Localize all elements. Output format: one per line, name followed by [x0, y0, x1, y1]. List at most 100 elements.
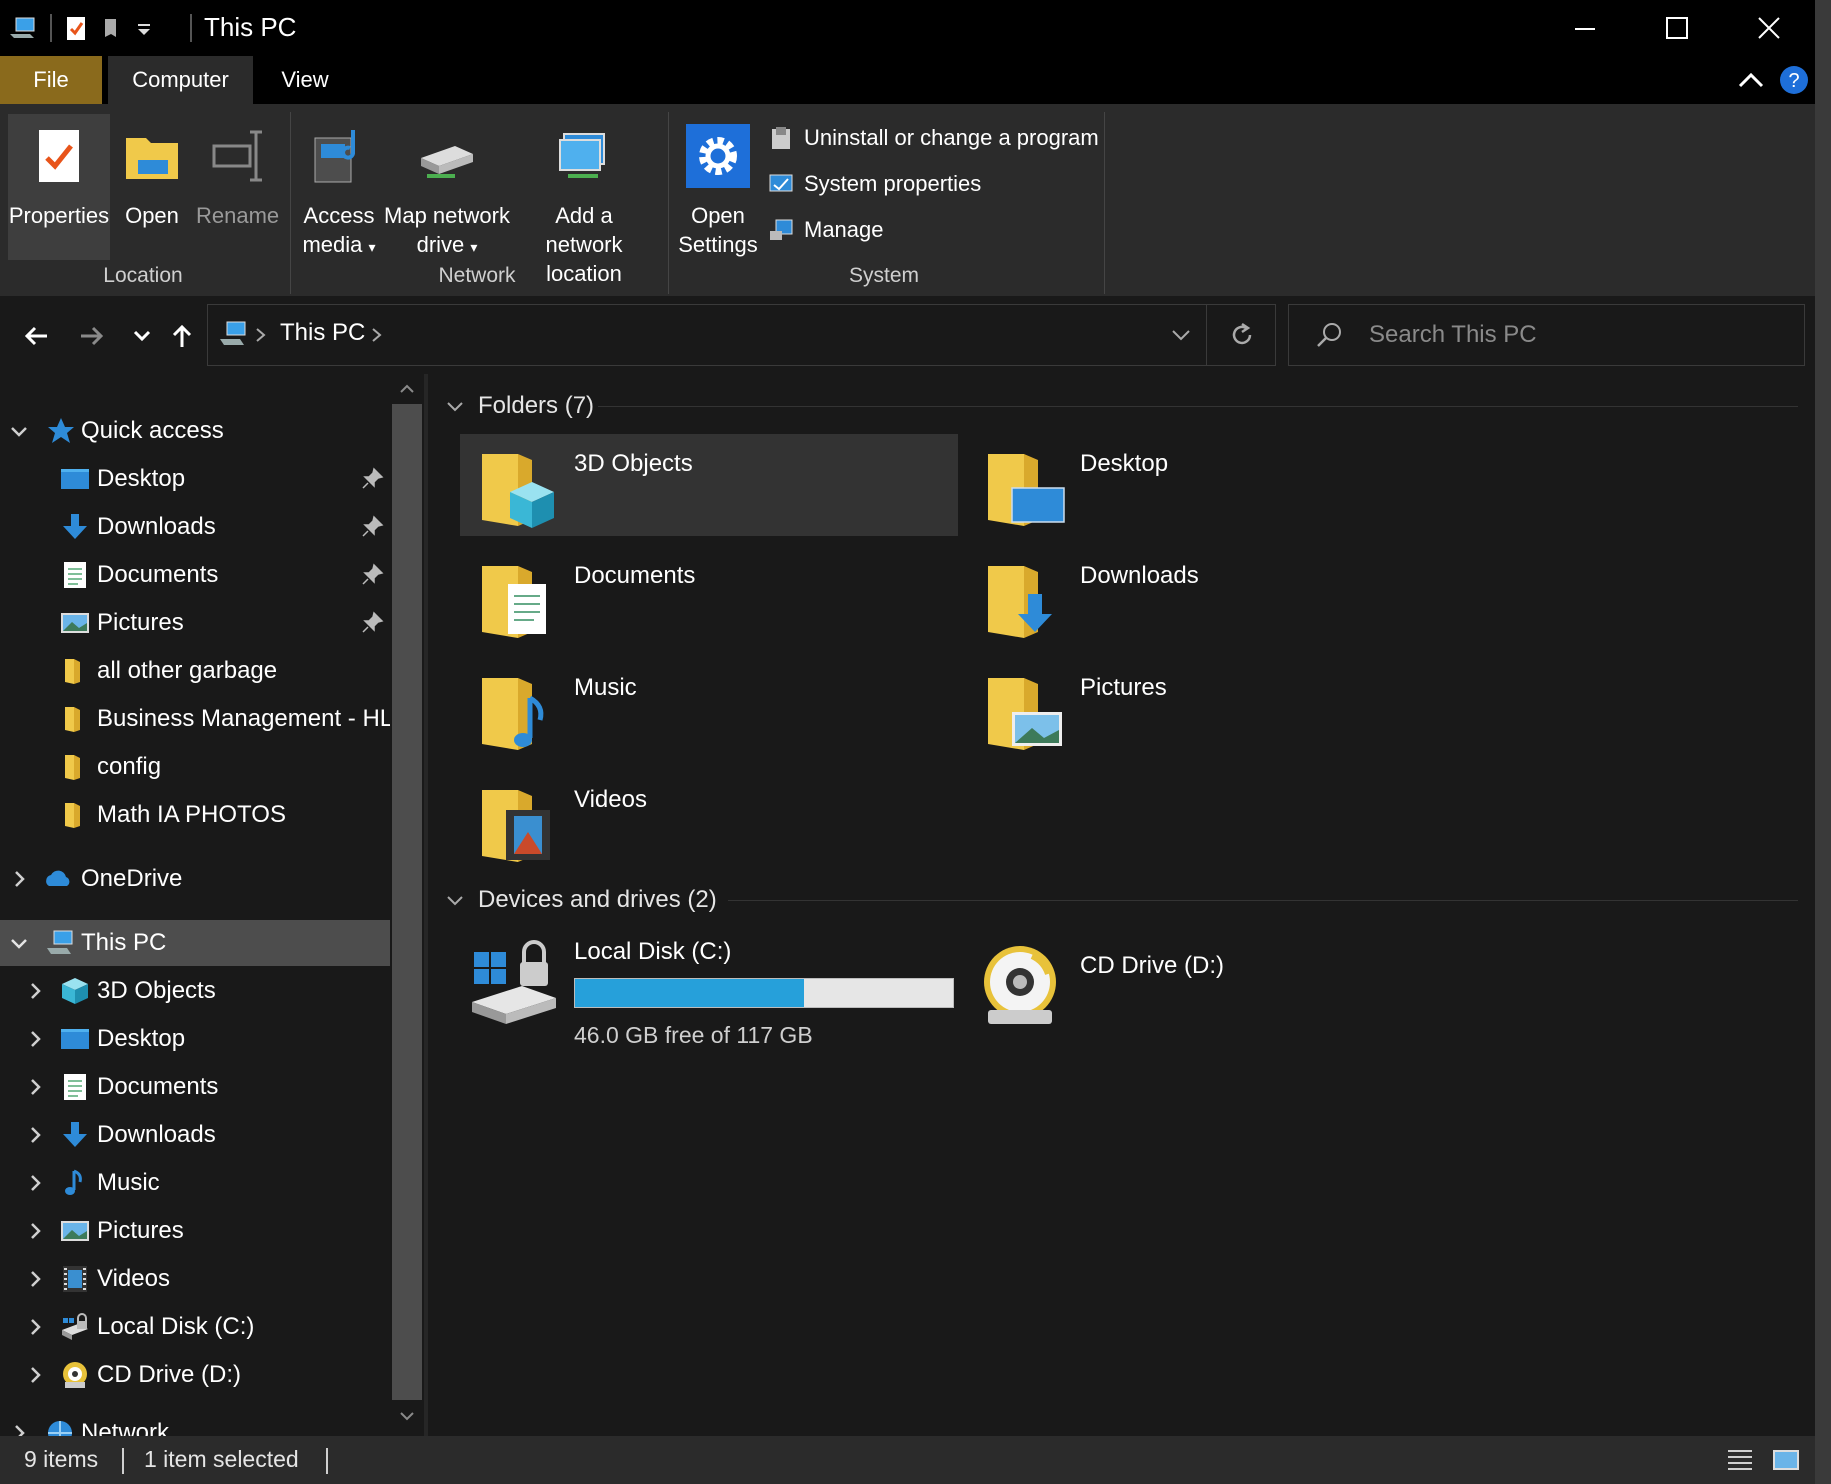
breadcrumb-this-pc[interactable]: This PC	[280, 319, 365, 347]
address-history-chevron-icon[interactable]	[1170, 325, 1192, 345]
nav-pc-documents[interactable]: Documents	[0, 1064, 390, 1110]
nav-quick-access[interactable]: Quick access	[0, 408, 390, 454]
nav-this-pc[interactable]: This PC	[0, 920, 390, 966]
nav-network[interactable]: Network	[0, 1410, 390, 1436]
nav-item-folder[interactable]: all other garbage	[0, 648, 390, 694]
folder-tile-documents[interactable]: Documents	[460, 546, 958, 648]
address-row: This PC Search This PC	[0, 296, 1815, 374]
collapse-ribbon-icon[interactable]	[1736, 66, 1766, 96]
chevron-right-icon[interactable]	[8, 1422, 30, 1436]
devices-group-header[interactable]: Devices and drives (2)	[444, 882, 717, 918]
scroll-down-icon[interactable]	[399, 1410, 415, 1422]
tab-view[interactable]: View	[262, 56, 348, 104]
pin-icon[interactable]	[360, 563, 384, 587]
chevron-right-icon[interactable]	[24, 1268, 46, 1290]
scroll-up-icon[interactable]	[399, 382, 415, 394]
section-divider	[728, 900, 1798, 901]
new-folder-qa-icon[interactable]	[98, 14, 126, 42]
close-button[interactable]	[1723, 0, 1815, 56]
pin-icon[interactable]	[360, 467, 384, 491]
nav-pc-desktop[interactable]: Desktop	[0, 1016, 390, 1062]
nav-item-folder[interactable]: Math IA PHOTOS	[0, 792, 390, 838]
location-group-label: Location	[103, 264, 183, 287]
nav-item-pictures[interactable]: Pictures	[0, 600, 390, 646]
chevron-right-icon[interactable]	[24, 1076, 46, 1098]
tab-file[interactable]: File	[0, 56, 102, 104]
customize-qa-dropdown-icon[interactable]	[130, 14, 158, 42]
help-icon[interactable]: ?	[1778, 64, 1810, 96]
pin-icon[interactable]	[360, 515, 384, 539]
folder-tile-videos[interactable]: Videos	[460, 770, 958, 872]
nav-label: Quick access	[81, 417, 224, 444]
chevron-right-icon[interactable]	[24, 980, 46, 1002]
add-network-location-icon	[559, 133, 605, 178]
chevron-right-icon[interactable]	[24, 1028, 46, 1050]
nav-label: CD Drive (D:)	[97, 1361, 241, 1388]
open-settings-button[interactable]: Open Settings	[676, 114, 760, 259]
chevron-down-icon[interactable]	[8, 932, 30, 954]
folder-tile-downloads[interactable]: Downloads	[966, 546, 1464, 648]
chevron-right-icon[interactable]	[24, 1124, 46, 1146]
pin-icon[interactable]	[360, 611, 384, 635]
rename-button[interactable]: Rename	[196, 114, 280, 230]
manage-label: Manage	[804, 217, 884, 242]
nav-item-downloads[interactable]: Downloads	[0, 504, 390, 550]
nav-pc-cd-drive[interactable]: CD Drive (D:)	[0, 1352, 390, 1398]
folder-tile-3d-objects[interactable]: 3D Objects	[460, 434, 958, 536]
nav-item-desktop[interactable]: Desktop	[0, 456, 390, 502]
system-properties-button[interactable]: System properties	[768, 166, 981, 202]
scrollbar-thumb[interactable]	[392, 404, 422, 1400]
add-network-location-button[interactable]: Add a network location	[514, 114, 654, 288]
properties-button[interactable]: Properties	[8, 114, 110, 260]
file-explorer-window: This PC File Computer View ? Properties …	[0, 0, 1831, 1484]
chevron-right-icon[interactable]	[24, 1316, 46, 1338]
minimize-button[interactable]	[1539, 0, 1631, 56]
chevron-right-icon[interactable]	[8, 868, 30, 890]
folder-pictures-icon	[988, 678, 1062, 750]
uninstall-program-label: Uninstall or change a program	[804, 125, 1099, 150]
folder-tile-desktop[interactable]: Desktop	[966, 434, 1464, 536]
drive-tile-cd-drive[interactable]: CD Drive (D:)	[966, 924, 1464, 1064]
chevron-right-icon[interactable]	[24, 1220, 46, 1242]
refresh-icon[interactable]	[1228, 321, 1256, 349]
nav-item-folder[interactable]: config	[0, 744, 390, 790]
back-button[interactable]	[16, 316, 56, 356]
details-view-icon[interactable]	[1726, 1448, 1754, 1474]
folders-group-header[interactable]: Folders (7)	[444, 388, 594, 424]
chevron-right-icon[interactable]	[24, 1364, 46, 1386]
section-divider	[598, 406, 1798, 407]
nav-pc-pictures[interactable]: Pictures	[0, 1208, 390, 1254]
nav-item-documents[interactable]: Documents	[0, 552, 390, 598]
tab-computer[interactable]: Computer	[108, 56, 253, 104]
drive-tile-local-disk[interactable]: Local Disk (C:) 46.0 GB free of 117 GB	[460, 924, 958, 1064]
chevron-down-icon[interactable]	[8, 420, 30, 442]
breadcrumb-chevron-icon[interactable]	[370, 327, 384, 343]
status-separator	[122, 1448, 124, 1474]
properties-qa-icon[interactable]	[62, 14, 90, 42]
address-bar[interactable]: This PC	[207, 304, 1276, 366]
access-media-button[interactable]: Access media ▾	[298, 114, 380, 262]
nav-onedrive[interactable]: OneDrive	[0, 856, 390, 902]
nav-pc-music[interactable]: Music	[0, 1160, 390, 1206]
uninstall-program-button[interactable]: Uninstall or change a program	[768, 120, 1099, 156]
open-button[interactable]: Open	[114, 114, 190, 230]
recent-locations-button[interactable]	[122, 316, 162, 356]
chevron-right-icon[interactable]	[24, 1172, 46, 1194]
manage-button[interactable]: Manage	[768, 212, 884, 248]
nav-pc-downloads[interactable]: Downloads	[0, 1112, 390, 1158]
large-icons-view-icon[interactable]	[1772, 1448, 1800, 1474]
nav-item-folder[interactable]: Business Management - HL	[0, 696, 390, 742]
rename-label: Rename	[196, 203, 280, 228]
maximize-button[interactable]	[1631, 0, 1723, 56]
map-network-drive-button[interactable]: Map network drive ▾	[384, 114, 510, 262]
nav-pc-3d-objects[interactable]: 3D Objects	[0, 968, 390, 1014]
folder-tile-pictures[interactable]: Pictures	[966, 658, 1464, 760]
folder-tile-music[interactable]: Music	[460, 658, 958, 760]
folder-icon	[65, 755, 80, 780]
search-box[interactable]: Search This PC	[1288, 304, 1805, 366]
nav-pc-local-disk[interactable]: Local Disk (C:)	[0, 1304, 390, 1350]
up-button[interactable]	[162, 316, 202, 356]
forward-button[interactable]	[72, 316, 112, 356]
navigation-pane-scrollbar[interactable]	[390, 374, 424, 1436]
nav-pc-videos[interactable]: Videos	[0, 1256, 390, 1302]
